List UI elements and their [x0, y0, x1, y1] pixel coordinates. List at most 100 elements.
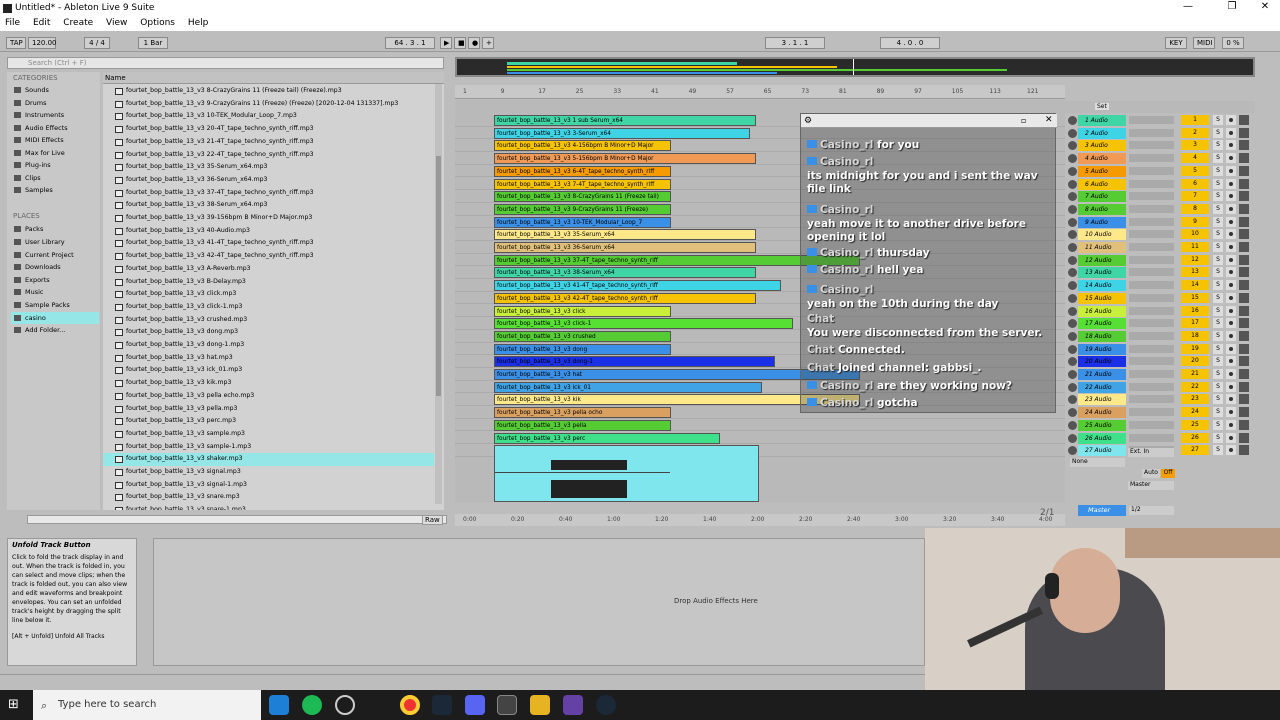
arm-button[interactable]: [1226, 191, 1236, 202]
audio-clip[interactable]: fourtet_bop_battle_13_v3 1 sub Serum_x64: [494, 115, 757, 126]
monitor-auto-button[interactable]: Auto: [1142, 469, 1160, 478]
track-name[interactable]: 2 Audio: [1078, 127, 1126, 139]
track-name[interactable]: 24 Audio: [1078, 407, 1126, 419]
solo-button[interactable]: S: [1213, 394, 1223, 405]
file-row[interactable]: fourtet_bop_battle_13_v3 36-Serum_x64.mp…: [103, 174, 434, 187]
track-name[interactable]: 12 Audio: [1078, 254, 1126, 266]
browser-search-input[interactable]: Search (Ctrl + F): [7, 57, 444, 69]
track-name[interactable]: 22 Audio: [1078, 381, 1126, 393]
track-io-slot[interactable]: [1129, 268, 1174, 277]
file-row[interactable]: fourtet_bop_battle_13_v3 pella echo.mp3: [103, 390, 434, 403]
track-activator-button[interactable]: 24: [1181, 407, 1209, 418]
loop-length-field[interactable]: 4 . 0 . 0: [880, 37, 940, 49]
audio-clip[interactable]: fourtet_bop_battle_13_v3 perc: [494, 432, 720, 444]
file-row[interactable]: fourtet_bop_battle_13_v3 signal.mp3: [103, 466, 434, 479]
solo-button[interactable]: S: [1213, 292, 1223, 303]
arm-button[interactable]: [1226, 153, 1236, 164]
time-signature-field[interactable]: 4 / 4: [84, 37, 110, 49]
track-name[interactable]: 3 Audio: [1078, 140, 1126, 152]
track-io-slot[interactable]: [1129, 331, 1174, 340]
solo-button[interactable]: S: [1213, 318, 1223, 329]
arm-button[interactable]: [1226, 280, 1236, 291]
solo-button[interactable]: S: [1213, 140, 1223, 151]
track-fold-icon[interactable]: [1068, 281, 1077, 291]
track-name[interactable]: 9 Audio: [1078, 216, 1126, 228]
audio-clip[interactable]: fourtet_bop_battle_13_v3 click: [494, 305, 671, 317]
track-fold-icon[interactable]: [1068, 306, 1077, 316]
audio-clip[interactable]: fourtet_bop_battle_13_v3 42-4T_tape_tech…: [494, 292, 757, 304]
close-button[interactable]: ✕: [1250, 1, 1280, 12]
input-channel-select[interactable]: None: [1070, 458, 1125, 467]
arm-button[interactable]: [1226, 292, 1236, 303]
audio-clip[interactable]: fourtet_bop_battle_13_v3 4-156bpm B Mino…: [494, 140, 671, 152]
audio-clip[interactable]: fourtet_bop_battle_13_v3 pella: [494, 419, 671, 431]
file-row[interactable]: fourtet_bop_battle_13_v3 kik.mp3: [103, 377, 434, 390]
audio-clip[interactable]: fourtet_bop_battle_13_v3 35-Serum_x64: [494, 229, 757, 241]
track-fold-icon[interactable]: [1068, 166, 1077, 176]
track-fold-icon[interactable]: [1068, 230, 1077, 240]
track-io-slot[interactable]: [1129, 319, 1174, 328]
solo-button[interactable]: S: [1213, 356, 1223, 367]
file-row[interactable]: fourtet_bop_battle_13_v3 35-Serum_x64.mp…: [103, 161, 434, 174]
steam-icon[interactable]: [432, 695, 452, 715]
file-list-scrollbar[interactable]: [435, 84, 442, 504]
track-activator-button[interactable]: 12: [1181, 254, 1209, 265]
file-row[interactable]: fourtet_bop_battle_13_v3 crushed.mp3: [103, 314, 434, 327]
arm-button[interactable]: [1226, 267, 1236, 278]
track-io-slot[interactable]: [1129, 204, 1174, 213]
track-name[interactable]: 18 Audio: [1078, 330, 1126, 342]
arm-button[interactable]: [1226, 203, 1236, 214]
arm-button[interactable]: [1226, 369, 1236, 379]
track-name[interactable]: 15 Audio: [1078, 292, 1126, 304]
arm-button[interactable]: [1226, 115, 1236, 125]
arm-button[interactable]: [1226, 178, 1236, 189]
solo-button[interactable]: S: [1213, 178, 1223, 189]
arm-button[interactable]: [1226, 343, 1236, 354]
time-ruler[interactable]: 2/1 0:00 0:20 0:40 1:00 1:20 1:40 2:00 2:20 2:40…: [455, 508, 1065, 526]
track-activator-button[interactable]: 2: [1181, 127, 1209, 138]
track-activator-button[interactable]: 17: [1181, 318, 1209, 329]
track-io-slot[interactable]: [1129, 166, 1174, 175]
track-fold-icon[interactable]: [1068, 179, 1077, 189]
quantization-select[interactable]: 1 Bar: [138, 37, 168, 49]
solo-button[interactable]: S: [1213, 305, 1223, 316]
record-button[interactable]: ●: [468, 37, 480, 49]
key-map-button[interactable]: KEY: [1165, 37, 1187, 49]
spotify-icon[interactable]: [302, 695, 322, 715]
name-column-header[interactable]: Name: [103, 72, 444, 84]
file-explorer-icon[interactable]: [530, 695, 550, 715]
arm-button[interactable]: [1226, 381, 1236, 392]
input-type-select[interactable]: Ext. In: [1128, 448, 1174, 457]
track-fold-icon[interactable]: [1068, 395, 1077, 405]
play-button[interactable]: ▶: [440, 37, 452, 49]
menu-file[interactable]: File: [0, 16, 25, 30]
arm-button[interactable]: [1226, 318, 1236, 329]
sidebar-item-audio-effects[interactable]: Audio Effects: [11, 122, 99, 134]
file-row[interactable]: fourtet_bop_battle_13_v3 signal-1.mp3: [103, 479, 434, 492]
steam-2-icon[interactable]: [596, 695, 616, 715]
track-name[interactable]: 26 Audio: [1078, 432, 1126, 444]
track-activator-button[interactable]: 4: [1181, 153, 1209, 164]
file-row[interactable]: fourtet_bop_battle_13_v3 shaker.mp3: [103, 453, 434, 466]
track-fold-icon[interactable]: [1068, 331, 1077, 341]
track-name[interactable]: 1 Audio: [1078, 115, 1126, 126]
solo-button[interactable]: S: [1213, 203, 1223, 214]
taskbar-search-box[interactable]: ⌕ Type here to search: [33, 690, 261, 720]
track-fold-icon[interactable]: [1068, 154, 1077, 164]
master-output-select[interactable]: 1/2: [1129, 506, 1174, 515]
track-io-slot[interactable]: [1129, 281, 1174, 290]
track-fold-icon[interactable]: [1068, 408, 1077, 418]
track-io-slot[interactable]: [1129, 179, 1174, 188]
audio-clip[interactable]: fourtet_bop_battle_13_v3 dong: [494, 343, 671, 355]
file-row[interactable]: fourtet_bop_battle_13_v3 dong.mp3: [103, 326, 434, 339]
track-name[interactable]: 4 Audio: [1078, 153, 1126, 165]
audio-clip[interactable]: fourtet_bop_battle_13_v3 ick_01: [494, 381, 763, 393]
track-name[interactable]: 23 Audio: [1078, 394, 1126, 406]
file-row[interactable]: fourtet_bop_battle_13_v3 dong-1.mp3: [103, 339, 434, 352]
solo-button[interactable]: S: [1213, 419, 1223, 430]
arrangement-overview[interactable]: [455, 57, 1255, 77]
audio-clip[interactable]: fourtet_bop_battle_13_v3 9-CrazyGrains 1…: [494, 203, 671, 215]
sidebar-item-drums[interactable]: Drums: [11, 97, 99, 109]
track-activator-button[interactable]: 1: [1181, 115, 1209, 125]
stop-button[interactable]: ■: [454, 37, 466, 49]
